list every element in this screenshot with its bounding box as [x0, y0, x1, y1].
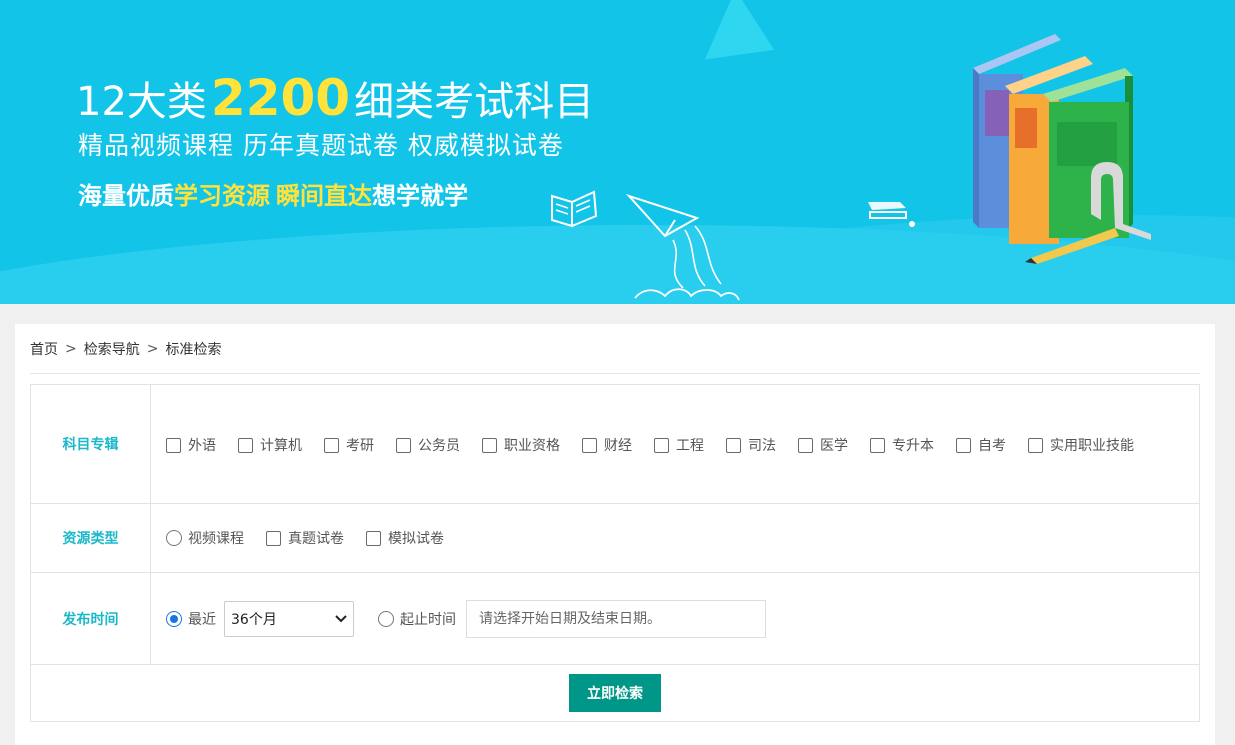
mock-papers-checkbox[interactable] — [366, 530, 381, 546]
subject-option[interactable]: 职业资格 — [482, 435, 560, 455]
resource-type-label: 资源类型 — [31, 504, 151, 572]
subject-checkbox[interactable] — [396, 437, 411, 453]
publish-time-controls: 最近 36个月 起止时间 — [151, 573, 1199, 664]
past-papers-checkbox[interactable] — [266, 530, 281, 546]
publish-time-row: 发布时间 最近 36个月 起止时间 — [31, 573, 1199, 665]
hero-banner: 12大类2200 细类考试科目 精品视频课程 历年真题试卷 权威模拟试卷 海量优质… — [0, 0, 1235, 304]
option-mock-papers[interactable]: 模拟试卷 — [366, 528, 444, 548]
books-illustration — [973, 34, 1151, 264]
option-label: 自考 — [978, 438, 1006, 454]
banner-slogan: 海量优质学习资源 瞬间直达想学就学 — [78, 182, 468, 210]
search-form: 科目专辑 外语 计算机 考研 公务员 职业资格 财经 工程 司法 医学 专升本 自考 实用职业技能 资… — [30, 384, 1200, 722]
resource-type-row: 资源类型 视频课程 真题试卷 模拟试卷 — [31, 504, 1199, 573]
option-label: 医学 — [820, 438, 848, 454]
recent-months-select[interactable]: 36个月 — [224, 600, 354, 637]
date-range-option[interactable]: 起止时间 — [378, 609, 456, 629]
option-label: 考研 — [346, 438, 374, 454]
resource-type-options: 视频课程 真题试卷 模拟试卷 — [151, 504, 1199, 572]
subject-option[interactable]: 计算机 — [238, 435, 302, 455]
video-course-radio[interactable] — [166, 530, 182, 546]
search-button[interactable]: 立即检索 — [569, 674, 661, 712]
decor-triangle — [695, 0, 775, 60]
subject-option[interactable]: 专升本 — [870, 435, 934, 455]
chevron-down-icon — [335, 614, 347, 622]
subject-checkbox[interactable] — [726, 437, 741, 453]
breadcrumb-separator: > — [65, 340, 77, 357]
subject-checkbox[interactable] — [870, 437, 885, 453]
stapler-icon — [868, 202, 915, 227]
date-range-radio[interactable] — [378, 610, 394, 627]
subject-label: 科目专辑 — [31, 385, 151, 503]
publish-time-label: 发布时间 — [31, 573, 151, 664]
option-label: 职业资格 — [504, 438, 560, 454]
subject-checkbox[interactable] — [956, 437, 971, 453]
option-past-papers[interactable]: 真题试卷 — [266, 528, 344, 548]
option-video-course[interactable]: 视频课程 — [166, 528, 244, 548]
date-range-label: 起止时间 — [400, 611, 456, 628]
subject-option[interactable]: 实用职业技能 — [1028, 435, 1134, 455]
subject-checkbox[interactable] — [324, 437, 339, 453]
breadcrumb: 首页 > 检索导航 > 标准检索 — [30, 324, 1200, 374]
recent-label: 最近 — [188, 611, 216, 628]
breadcrumb-separator: > — [146, 340, 159, 357]
option-label: 视频课程 — [188, 531, 244, 547]
option-label: 真题试卷 — [288, 531, 344, 547]
option-label: 司法 — [748, 438, 776, 454]
subject-option[interactable]: 外语 — [166, 435, 216, 455]
banner-headline: 12大类2200 细类考试科目 — [76, 69, 595, 127]
subject-option[interactable]: 考研 — [324, 435, 374, 455]
banner-highlight-number: 2200 — [210, 69, 351, 127]
option-label: 计算机 — [260, 438, 302, 454]
breadcrumb-search-nav[interactable]: 检索导航 — [84, 339, 140, 359]
subject-option[interactable]: 司法 — [726, 435, 776, 455]
subject-option[interactable]: 公务员 — [396, 435, 460, 455]
recent-option[interactable]: 最近 — [166, 609, 216, 629]
option-label: 模拟试卷 — [388, 531, 444, 547]
subject-option[interactable]: 财经 — [582, 435, 632, 455]
banner-subheadline: 精品视频课程 历年真题试卷 权威模拟试卷 — [78, 131, 564, 160]
subject-option[interactable]: 自考 — [956, 435, 1006, 455]
option-label: 公务员 — [418, 438, 460, 454]
date-range-input[interactable] — [466, 599, 766, 638]
subject-checkbox[interactable] — [482, 437, 497, 453]
subject-options: 外语 计算机 考研 公务员 职业资格 财经 工程 司法 医学 专升本 自考 实用职业技能 — [151, 385, 1199, 503]
subject-checkbox[interactable] — [238, 437, 253, 453]
breadcrumb-current: 标准检索 — [165, 341, 222, 358]
subject-checkbox[interactable] — [1028, 437, 1043, 453]
option-label: 实用职业技能 — [1050, 438, 1134, 454]
subject-checkbox[interactable] — [654, 437, 669, 453]
subject-option[interactable]: 医学 — [798, 435, 848, 455]
option-label: 外语 — [188, 438, 216, 454]
submit-row: 立即检索 — [31, 665, 1199, 721]
option-label: 财经 — [604, 438, 632, 454]
select-value: 36个月 — [231, 611, 277, 628]
subject-checkbox[interactable] — [798, 437, 813, 453]
search-card: 首页 > 检索导航 > 标准检索 科目专辑 外语 计算机 考研 公务员 职业资格 财经 工程… — [15, 324, 1215, 745]
subject-checkbox[interactable] — [582, 437, 597, 453]
option-label: 工程 — [676, 438, 704, 454]
open-book-icon — [551, 190, 598, 228]
subject-checkbox[interactable] — [166, 437, 181, 453]
option-label: 专升本 — [892, 438, 934, 454]
subject-row: 科目专辑 外语 计算机 考研 公务员 职业资格 财经 工程 司法 医学 专升本 自考 实用职业技能 — [31, 385, 1199, 504]
breadcrumb-home[interactable]: 首页 — [30, 339, 58, 359]
recent-radio[interactable] — [166, 610, 182, 627]
subject-option[interactable]: 工程 — [654, 435, 704, 455]
paper-plane-icon — [625, 193, 740, 301]
